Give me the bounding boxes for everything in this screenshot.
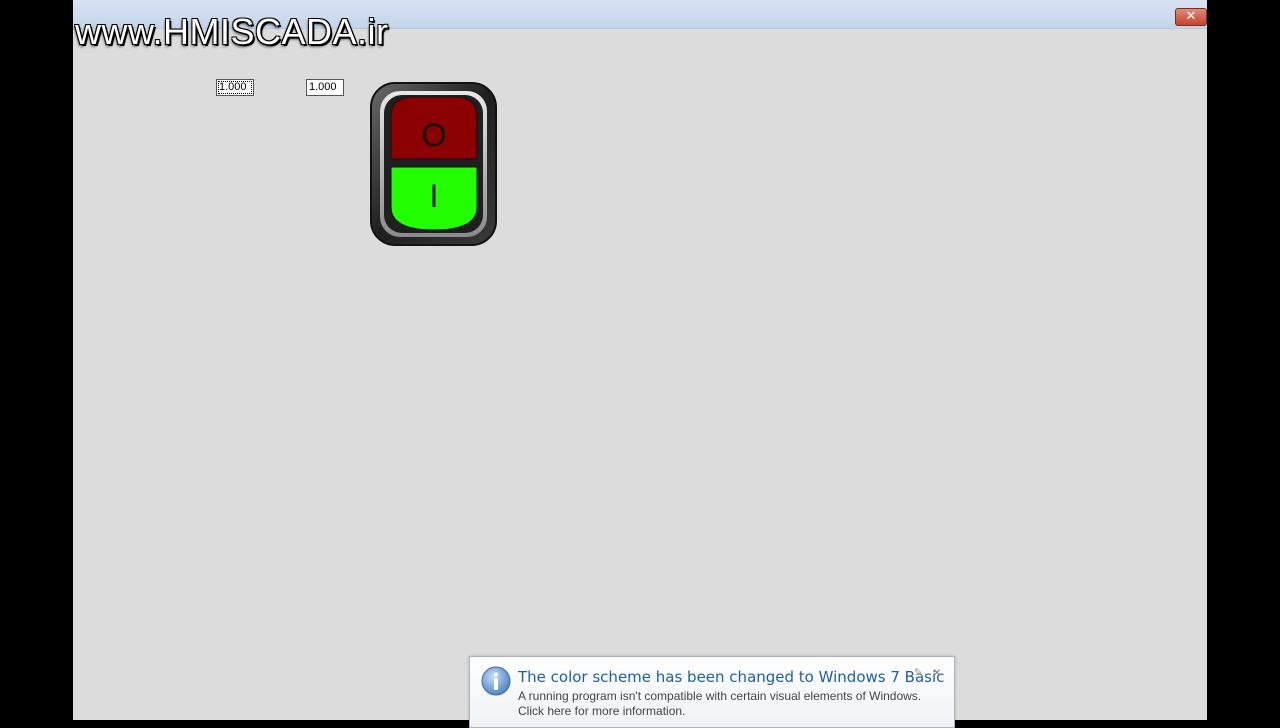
double-pushbutton[interactable]: O I <box>370 82 497 246</box>
info-icon <box>481 666 511 696</box>
pin-icon[interactable]: ✎ <box>914 666 923 679</box>
watermark: www.HMISCADA.ir <box>75 11 389 52</box>
numeric-field-1[interactable]: 1.000 <box>216 79 254 96</box>
notification-line-1: A running program isn't compatible with … <box>518 689 922 703</box>
stop-button[interactable]: O <box>390 96 478 160</box>
notification-balloon[interactable]: The color scheme has been changed to Win… <box>469 656 955 728</box>
notification-close-button[interactable]: × <box>933 664 941 680</box>
start-button[interactable]: I <box>390 166 478 231</box>
notification-body[interactable]: A running program isn't compatible with … <box>518 689 921 719</box>
stop-button-label: O <box>422 117 447 153</box>
notification-line-2: Click here for more information. <box>518 704 686 718</box>
numeric-field-2[interactable]: 1.000 <box>306 79 344 96</box>
window-close-button[interactable]: ✕ <box>1175 8 1207 26</box>
start-button-label: I <box>430 178 439 214</box>
hmi-window: ✕ 1.000 1.000 <box>73 0 1207 720</box>
notification-title[interactable]: The color scheme has been changed to Win… <box>518 668 944 686</box>
